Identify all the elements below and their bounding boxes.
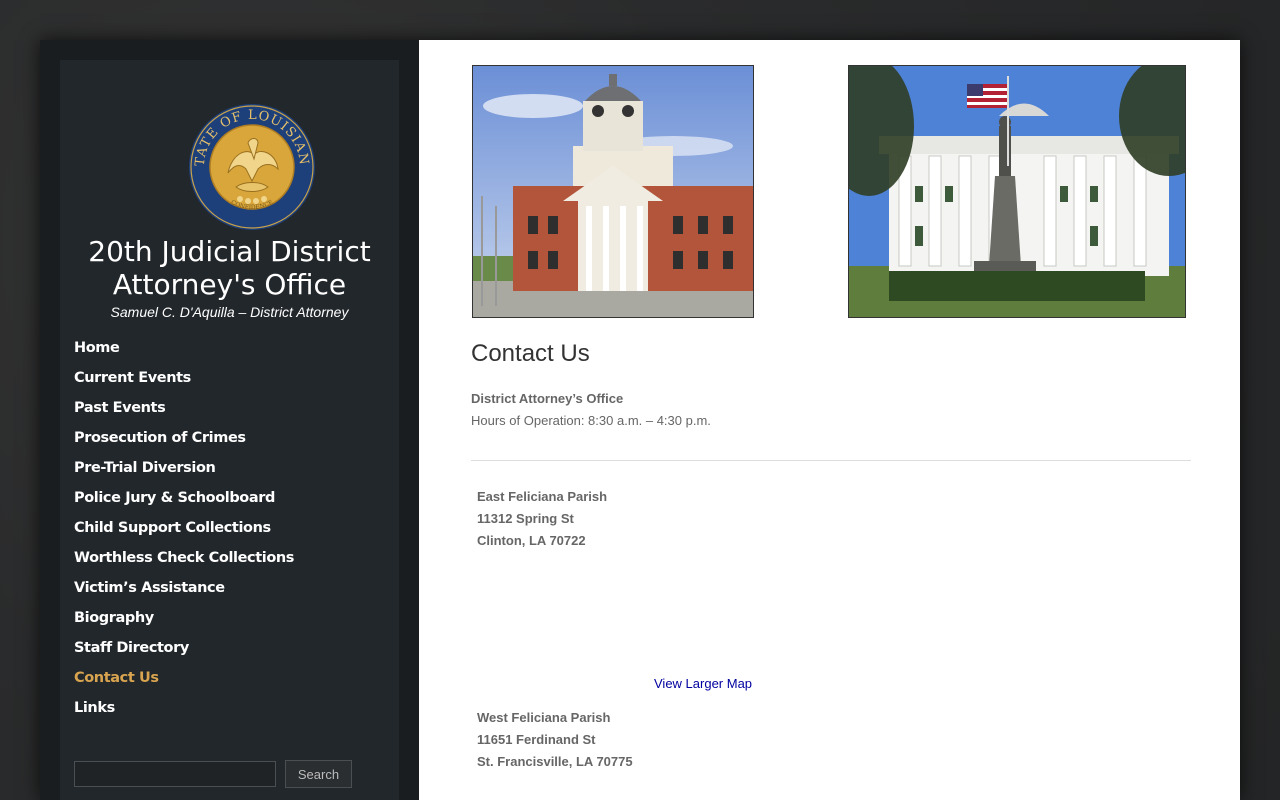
parish-name: East Feliciana Parish bbox=[477, 489, 608, 504]
louisiana-state-seal-logo[interactable]: STATE OF LOUISIANA CONFIDENCE bbox=[188, 103, 316, 231]
nav-item-past-events[interactable]: Past Events bbox=[74, 397, 374, 427]
view-larger-map-link[interactable]: View Larger Map bbox=[654, 676, 752, 691]
nav-item-prosecution-of-crimes[interactable]: Prosecution of Crimes bbox=[74, 427, 374, 457]
page-title: Contact Us bbox=[471, 340, 590, 367]
main-content: Contact Us District Attorney’s Office Ho… bbox=[419, 40, 1240, 800]
sidebar: STATE OF LOUISIANA CONFIDENCE 20th Judic… bbox=[40, 40, 419, 800]
street-address: 11651 Ferdinand St bbox=[477, 732, 596, 747]
page-frame: STATE OF LOUISIANA CONFIDENCE 20th Judic… bbox=[40, 40, 1240, 800]
hours-of-operation: Hours of Operation: 8:30 a.m. – 4:30 p.m… bbox=[471, 413, 711, 428]
sidebar-panel: STATE OF LOUISIANA CONFIDENCE 20th Judic… bbox=[60, 60, 399, 800]
main-navigation: Home Current Events Past Events Prosecut… bbox=[74, 337, 374, 727]
nav-item-worthless-check-collections[interactable]: Worthless Check Collections bbox=[74, 547, 374, 577]
nav-item-current-events[interactable]: Current Events bbox=[74, 367, 374, 397]
nav-item-links[interactable]: Links bbox=[74, 697, 374, 727]
city-state-zip: St. Francisville, LA 70775 bbox=[477, 754, 633, 769]
nav-item-home[interactable]: Home bbox=[74, 337, 374, 367]
courthouse-photo-clinton bbox=[472, 65, 754, 318]
nav-item-biography[interactable]: Biography bbox=[74, 607, 374, 637]
site-title-line2: Attorney's Office bbox=[112, 268, 347, 301]
nav-item-child-support-collections[interactable]: Child Support Collections bbox=[74, 517, 374, 547]
street-address: 11312 Spring St bbox=[477, 511, 574, 526]
nav-item-police-jury-schoolboard[interactable]: Police Jury & Schoolboard bbox=[74, 487, 374, 517]
divider bbox=[471, 460, 1191, 461]
city-state-zip: Clinton, LA 70722 bbox=[477, 533, 586, 548]
site-tagline: Samuel C. D'Aquilla – District Attorney bbox=[110, 304, 349, 320]
parish-name: West Feliciana Parish bbox=[477, 710, 611, 725]
nav-item-victims-assistance[interactable]: Victim’s Assistance bbox=[74, 577, 374, 607]
courthouse-photo-st-francisville bbox=[848, 65, 1186, 318]
search-input[interactable] bbox=[74, 761, 276, 787]
nav-item-staff-directory[interactable]: Staff Directory bbox=[74, 637, 374, 667]
nav-item-pre-trial-diversion[interactable]: Pre-Trial Diversion bbox=[74, 457, 374, 487]
office-name: District Attorney’s Office bbox=[471, 391, 624, 406]
nav-item-contact-us[interactable]: Contact Us bbox=[74, 667, 374, 697]
address-east-feliciana: East Feliciana Parish 11312 Spring St Cl… bbox=[477, 486, 607, 552]
site-title-line1: 20th Judicial District bbox=[88, 235, 371, 268]
search-button[interactable]: Search bbox=[285, 760, 352, 788]
address-west-feliciana: West Feliciana Parish 11651 Ferdinand St… bbox=[477, 707, 633, 773]
site-title[interactable]: 20th Judicial District Attorney's Office bbox=[60, 235, 399, 301]
